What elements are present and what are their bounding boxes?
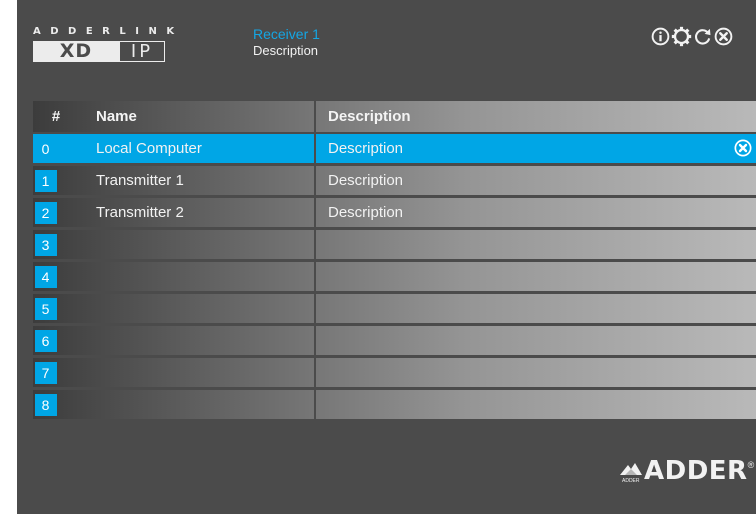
logo-ip: IP <box>119 41 165 62</box>
table-row[interactable]: 0 Local Computer Description <box>33 134 756 166</box>
close-icon[interactable] <box>713 25 734 47</box>
app-panel: ADDERLINK XD IP Receiver 1 Description #… <box>17 0 756 514</box>
row-number-cell: 5 <box>33 294 79 323</box>
column-header-num: # <box>51 108 61 125</box>
top-toolbar <box>650 25 734 47</box>
row-number-cell: 8 <box>33 390 79 419</box>
adder-brand-logo: ADDER ADDER ® <box>618 456 754 486</box>
row-name-cell[interactable] <box>79 230 316 259</box>
table-row[interactable]: 2 Transmitter 2 Description <box>33 198 756 230</box>
table-row[interactable]: 8 <box>33 390 756 422</box>
row-name-cell[interactable]: Local Computer <box>79 134 316 163</box>
brand-subtext: ADDER <box>622 478 640 484</box>
table-row[interactable]: 4 <box>33 262 756 294</box>
receiver-description: Description <box>253 43 319 58</box>
table-body: 0 Local Computer Description 1 Transmitter 1… <box>33 134 756 422</box>
receiver-name[interactable]: Receiver 1 <box>253 26 320 42</box>
row-description-cell[interactable] <box>316 294 756 323</box>
channel-number-badge: 6 <box>34 329 57 352</box>
registered-mark: ® <box>747 460 755 470</box>
delete-row-icon[interactable] <box>733 138 753 158</box>
table-header: # Name Description <box>33 101 756 134</box>
table-row[interactable]: 3 <box>33 230 756 262</box>
logo-xd: XD <box>33 41 119 62</box>
row-description-cell[interactable] <box>316 262 756 291</box>
table-row[interactable]: 5 <box>33 294 756 326</box>
gear-icon[interactable] <box>671 25 692 47</box>
logo-xdip: XD IP <box>33 41 184 62</box>
row-name-cell[interactable] <box>79 294 316 323</box>
row-description-cell[interactable] <box>316 326 756 355</box>
channel-number-badge: 3 <box>34 233 57 256</box>
row-number-cell: 2 <box>33 198 79 227</box>
row-number-cell: 7 <box>33 358 79 387</box>
channel-number-badge: 1 <box>34 169 57 192</box>
channel-number-badge: 0 <box>41 140 50 157</box>
row-name-cell[interactable] <box>79 262 316 291</box>
row-name-cell[interactable] <box>79 326 316 355</box>
column-header-name[interactable]: Name <box>79 101 316 132</box>
channel-number-badge: 5 <box>34 297 57 320</box>
brand-name: ADDER <box>644 456 748 486</box>
channel-number-badge: 8 <box>34 393 57 416</box>
channel-number-badge: 7 <box>34 361 57 384</box>
row-name-cell[interactable] <box>79 358 316 387</box>
row-description-cell[interactable]: Description <box>316 134 756 163</box>
row-number-cell: 4 <box>33 262 79 291</box>
channel-number-badge: 4 <box>34 265 57 288</box>
row-number-cell: 1 <box>33 166 79 195</box>
row-description-cell[interactable] <box>316 230 756 259</box>
table-row[interactable]: 6 <box>33 326 756 358</box>
row-number-cell: 6 <box>33 326 79 355</box>
table-row[interactable]: 1 Transmitter 1 Description <box>33 166 756 198</box>
info-icon[interactable] <box>650 25 671 47</box>
row-name-cell[interactable]: Transmitter 1 <box>79 166 316 195</box>
channel-number-badge: 2 <box>34 201 57 224</box>
logo-wordmark: ADDERLINK <box>33 26 184 37</box>
refresh-icon[interactable] <box>692 25 713 47</box>
adderlink-xdip-logo: ADDERLINK XD IP <box>33 26 184 62</box>
row-name-cell[interactable]: Transmitter 2 <box>79 198 316 227</box>
table-row[interactable]: 7 <box>33 358 756 390</box>
row-description-cell[interactable] <box>316 358 756 387</box>
channel-table: # Name Description 0 Local Computer Descri… <box>33 101 756 422</box>
column-header-description[interactable]: Description <box>316 101 756 132</box>
row-description-cell[interactable] <box>316 390 756 419</box>
row-number-cell: 3 <box>33 230 79 259</box>
row-description-cell[interactable]: Description <box>316 198 756 227</box>
row-description-cell[interactable]: Description <box>316 166 756 195</box>
row-name-cell[interactable] <box>79 390 316 419</box>
row-number-cell: 0 <box>33 134 79 163</box>
